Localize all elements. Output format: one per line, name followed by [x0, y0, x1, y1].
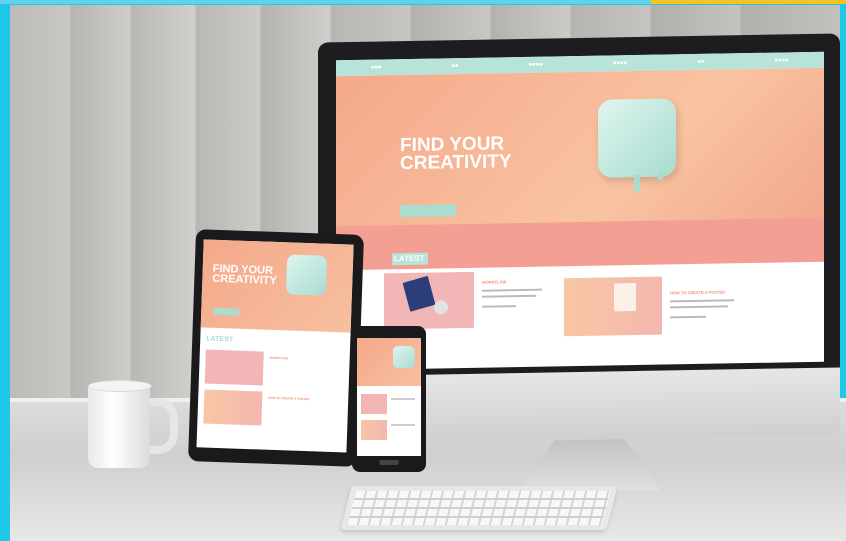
tablet-card-image-workflow: [204, 349, 264, 386]
tablet-latest-heading: LATEST: [206, 335, 234, 344]
hero-title: FIND YOUR CREATIVITY: [400, 133, 560, 175]
card-title-poster: HOW TO CREATE A POSTER: [670, 289, 725, 296]
tablet-device: FIND YOUR CREATIVITY LATEST WORKFLOW HOW…: [188, 229, 364, 467]
card-text-line: [670, 315, 706, 319]
yellow-top-accent: [651, 0, 846, 4]
tablet-hero-title-line2: CREATIVITY: [212, 272, 278, 287]
hero-button: [400, 204, 456, 218]
cyan-top-accent: [0, 0, 651, 4]
keyboard-rows: [347, 491, 611, 525]
nav-item: ■■■■: [774, 57, 789, 64]
phone-cube-graphic: [393, 346, 415, 368]
card-poster-shape: [614, 283, 636, 312]
mug-rim: [88, 380, 152, 392]
tablet-card-title-workflow: WORKFLOW: [269, 355, 289, 361]
tablet-hero-title: FIND YOUR CREATIVITY: [212, 263, 278, 287]
smartphone-device: [352, 326, 426, 472]
cyan-left-accent: [0, 395, 10, 541]
photo-frame: ■■■ ■■ ■■■■ ■■■■ ■■ ■■■■ FIND YOUR CREAT…: [0, 0, 846, 541]
cube-drip: [658, 170, 663, 181]
tablet-hero: FIND YOUR CREATIVITY: [200, 239, 354, 333]
hero-banner: FIND YOUR CREATIVITY: [336, 67, 824, 271]
nav-item: ■■■■: [529, 61, 544, 68]
card-image-poster: [564, 276, 662, 337]
nav-item: ■■■■: [613, 60, 628, 67]
phone-home-button: [379, 460, 399, 465]
phone-screen: [357, 338, 421, 456]
tablet-card-image-poster: [203, 389, 263, 426]
coffee-mug: [88, 384, 150, 468]
phone-text-line: [391, 424, 415, 426]
card-title-workflow: WORKFLOW: [482, 279, 507, 285]
keyboard: [340, 486, 618, 530]
phone-text-line: [391, 398, 415, 400]
monitor-screen: ■■■ ■■ ■■■■ ■■■■ ■■ ■■■■ FIND YOUR CREAT…: [336, 51, 824, 371]
card-text-line: [670, 299, 734, 303]
tablet-hero-button: [213, 307, 240, 316]
phone-card-image: [361, 420, 387, 440]
nav-item: ■■: [451, 63, 459, 70]
tablet-cube-graphic: [285, 254, 328, 296]
card-text-line: [482, 288, 542, 292]
card-text-line: [670, 305, 728, 309]
nav-item: ■■: [697, 58, 705, 65]
card-text-line: [482, 305, 516, 308]
nav-item: ■■■: [371, 64, 382, 71]
phone-card-image: [361, 394, 387, 414]
tablet-screen: FIND YOUR CREATIVITY LATEST WORKFLOW HOW…: [196, 239, 354, 453]
mint-cube-graphic: [598, 98, 676, 178]
hero-title-line2: CREATIVITY: [400, 151, 512, 175]
tablet-card-title-poster: HOW TO CREATE A POSTER: [268, 395, 310, 402]
cube-drip: [634, 174, 640, 194]
latest-heading: LATEST: [392, 252, 428, 266]
card-text-line: [482, 294, 536, 298]
phone-hero: [357, 338, 421, 386]
